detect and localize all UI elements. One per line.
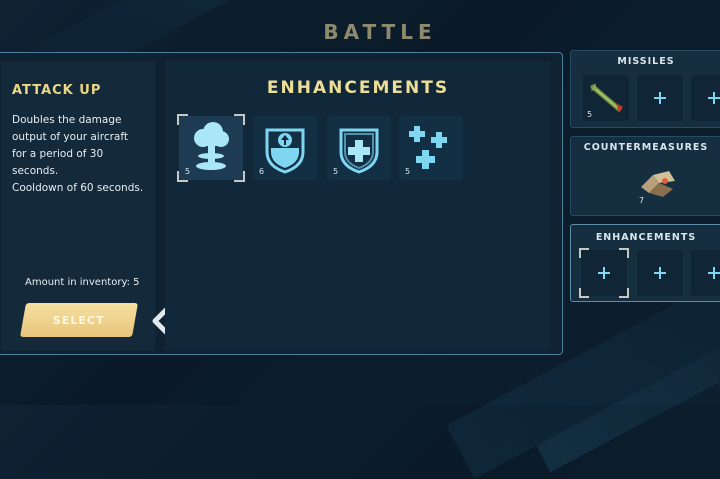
select-button-label: SELECT: [53, 313, 105, 327]
selection-corner: [619, 288, 629, 298]
screen-title: BATTLE: [323, 20, 437, 44]
description-line: Cooldown of 60 seconds.: [12, 182, 144, 194]
missiles-title: MISSILES: [617, 56, 675, 67]
plus-icon: [708, 92, 720, 104]
item-count: 5: [587, 110, 593, 119]
item-info-panel: ATTACK UP Doubles the damage output of y…: [1, 61, 174, 351]
plus-icon: [654, 267, 666, 279]
enhancement-selection-panel: ATTACK UP Doubles the damage output of y…: [0, 52, 563, 355]
loadout-panel: MISSILES 5 COUNTERMEASURES 7 ENHANCEMENT…: [570, 50, 720, 310]
item-count: 5: [185, 167, 191, 176]
enhancement-loadout-slot[interactable]: [579, 248, 629, 298]
inventory-amount: Amount in inventory: 5: [25, 277, 140, 288]
description-line: for a period of 30: [12, 148, 104, 160]
enhancement-loadout-slot[interactable]: [691, 250, 720, 296]
enhancements-title: ENHANCEMENTS: [266, 78, 450, 98]
description-line: output of your aircraft: [12, 131, 128, 143]
item-count: 6: [259, 167, 265, 176]
countermeasures-title: COUNTERMEASURES: [583, 142, 709, 153]
plus-icon: [708, 267, 720, 279]
missile-slot[interactable]: 5: [583, 75, 629, 121]
enhancement-slot-attack-up[interactable]: 5: [177, 114, 245, 182]
enhancement-slot-shield-up[interactable]: 6: [253, 116, 317, 180]
empty-missile-slot[interactable]: [637, 75, 683, 121]
countermeasures-section: COUNTERMEASURES 7: [570, 136, 720, 216]
item-description: Doubles the damage output of your aircra…: [12, 112, 157, 197]
empty-missile-slot[interactable]: [691, 75, 720, 121]
plus-icon: [598, 267, 610, 279]
selection-corner: [619, 248, 629, 258]
enhancement-slot-multi-repair[interactable]: 5: [399, 116, 463, 180]
selection-corner: [579, 248, 589, 258]
enhancements-loadout-title: ENHANCEMENTS: [595, 232, 697, 243]
plus-icon: [654, 92, 666, 104]
enhancement-slot-shield-repair[interactable]: 5: [327, 116, 391, 180]
item-count: 5: [405, 167, 411, 176]
description-line: seconds.: [12, 165, 59, 177]
selection-corner: [579, 288, 589, 298]
description-line: Doubles the damage: [12, 114, 122, 126]
enhancements-section: ENHANCEMENTS: [570, 224, 720, 302]
select-button[interactable]: SELECT: [20, 303, 138, 337]
item-title: ATTACK UP: [12, 83, 102, 98]
item-count: 7: [639, 196, 645, 205]
countermeasure-slot[interactable]: 7: [635, 161, 681, 207]
missiles-section: MISSILES 5: [570, 50, 720, 128]
enhancement-loadout-slot[interactable]: [637, 250, 683, 296]
enhancements-grid: ENHANCEMENTS 5 6 5 5: [165, 61, 551, 351]
item-count: 5: [333, 167, 339, 176]
